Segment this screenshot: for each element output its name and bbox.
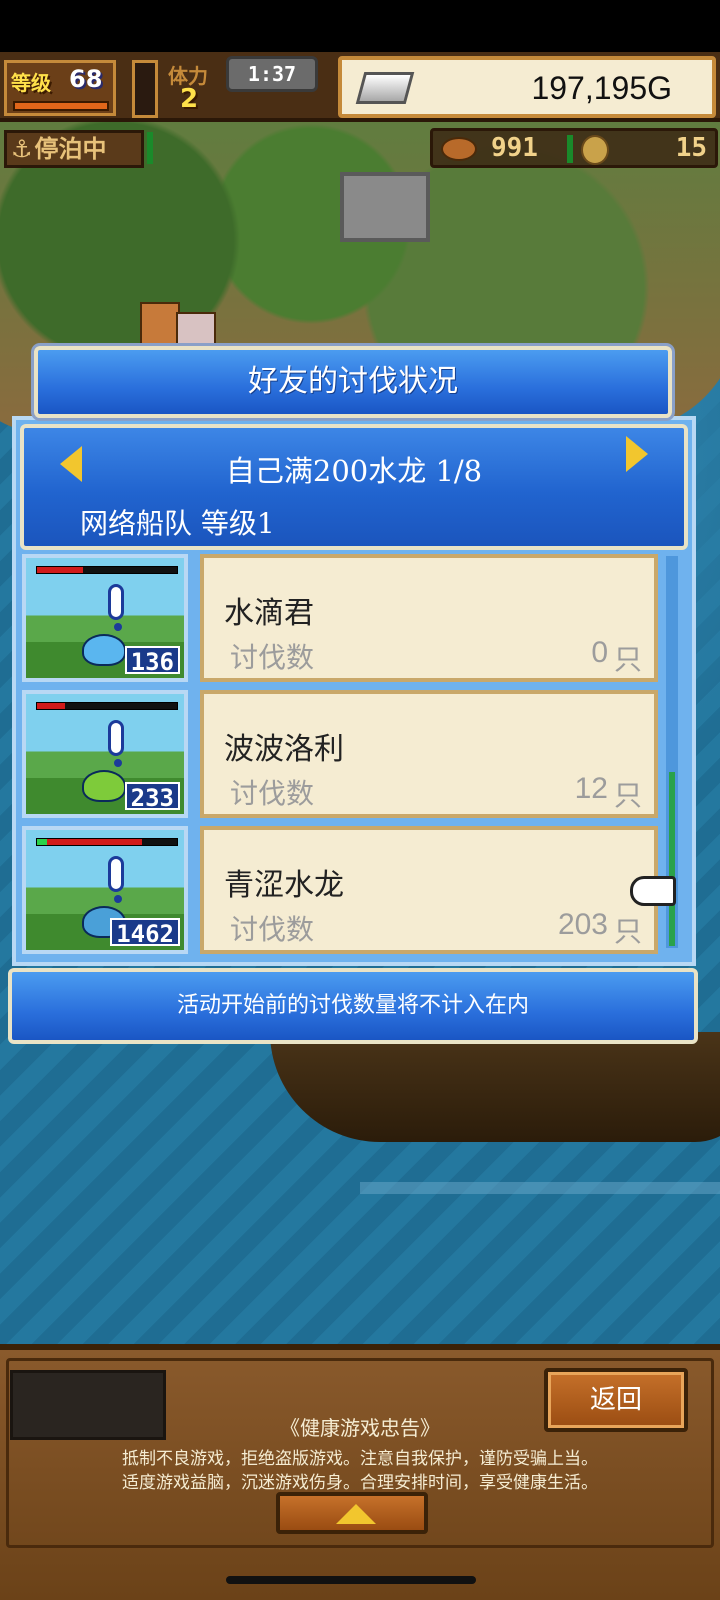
stamina-slot [132,60,158,118]
next-arrow-icon[interactable] [626,436,648,472]
monster-sprite [82,770,126,802]
kill-count-label: 讨伐数 [230,913,315,946]
monster-name: 波波洛利 [224,732,344,767]
pointer-hand-icon [630,876,676,906]
up-arrow-icon [336,1504,376,1524]
event-header: 自己满200水龙 1/8 网络船队 等级1 [20,424,688,550]
stamina-timer: 1:37 [226,56,318,92]
health-advice-line-2: 适度游戏益脑，沉迷游戏伤身。合理安排时间，享受健康生活。 [122,1473,598,1493]
health-advice-title: 《健康游戏忠告》 [280,1416,440,1440]
level-box[interactable]: 等级 68 [4,60,116,116]
stamina-value: 2 [180,84,199,114]
exclamation-icon [108,720,124,767]
status-bar [0,0,720,52]
hp-bar [36,838,178,846]
anchor-icon: ⚓ [11,135,33,163]
notice-panel: 活动开始前的讨伐数量将不计入在内 [8,968,698,1044]
ship-hull [270,1032,720,1142]
experience-bar [13,101,109,111]
notice-text: 活动开始前的讨伐数量将不计入在内 [176,993,529,1018]
gold-panel[interactable]: 197,195G [338,56,716,118]
kill-count-unit: 只 [613,915,642,948]
dialog-title: 好友的讨伐状况 [248,364,458,399]
kill-count-label: 讨伐数 [230,777,315,810]
level-badge: 1462 [110,918,180,948]
level-badge: 233 [124,782,180,812]
resource-panel[interactable]: 991 15 [430,128,718,168]
level-badge: 136 [124,646,180,676]
hp-fill [37,703,65,709]
dock-status-label: 停泊中 [34,135,107,163]
monster-card: 青涩水龙 讨伐数 203 只 [200,826,658,954]
expand-menu-button[interactable] [276,1492,428,1534]
hp-tip [37,839,47,845]
kill-count-unit: 只 [613,643,642,676]
health-advice-line-1: 抵制不良游戏，拒绝盗版游戏。注意自我保护，谨防受骗上当。 [122,1449,598,1469]
list-item[interactable]: 136 水滴君 讨伐数 0 只 [20,552,662,684]
hp-fill [37,839,142,845]
food-value: 991 [491,133,538,163]
food-icon [441,137,477,161]
monster-card: 水滴君 讨伐数 0 只 [200,554,658,682]
kill-count-value: 203 [557,908,608,941]
gold-value: 197,195G [531,70,672,106]
food-bar [567,135,573,163]
home-indicator[interactable] [226,1576,476,1584]
top-hud: 等级 68 体力 2 1:37 197,195G [0,52,720,122]
exclamation-icon [108,584,124,631]
monster-name: 青涩水龙 [224,868,344,903]
list-item[interactable]: 233 波波洛利 讨伐数 12 只 [20,688,662,820]
stamina-box: 体力 2 [166,58,226,116]
dock-indicator [147,132,153,164]
monster-card: 波波洛利 讨伐数 12 只 [200,690,658,818]
monster-list[interactable]: 136 水滴君 讨伐数 0 只 233 波波洛利 讨伐数 12 只 1462 青… [20,552,662,962]
wave-lines [360,1182,720,1194]
kill-count-label: 讨伐数 [230,641,315,674]
kill-count-unit: 只 [613,779,642,812]
list-item[interactable]: 1462 青涩水龙 讨伐数 203 只 [20,824,662,956]
level-value: 68 [69,65,103,93]
medal-value: 15 [675,133,707,163]
level-label: 等级 [11,71,51,95]
scrollbar-thumb[interactable] [669,772,675,946]
secondary-hud: ⚓停泊中 991 15 [0,126,720,170]
monster-thumbnail: 233 [22,690,188,818]
dialog-title-bar: 好友的讨伐状况 [34,346,672,418]
hp-bar [36,566,178,574]
medal-icon [581,135,609,165]
dock-status[interactable]: ⚓停泊中 [4,130,144,168]
silver-ingot-icon [355,72,415,104]
event-title: 自己满200水龙 1/8 [225,454,483,488]
bottom-bar: 返回 《健康游戏忠告》 抵制不良游戏，拒绝盗版游戏。注意自我保护，谨防受骗上当。… [0,1344,720,1600]
monster-thumbnail: 136 [22,554,188,682]
monster-name: 水滴君 [224,596,314,631]
monster-sprite [82,634,126,666]
ruin-building [340,172,430,242]
monster-thumbnail: 1462 [22,826,188,954]
fleet-label: 网络船队 等级1 [80,507,275,540]
kill-count-value: 12 [574,772,608,805]
hp-fill [37,567,84,573]
hp-bar [36,702,178,710]
exclamation-icon [108,856,124,903]
kill-count-value: 0 [591,636,608,669]
